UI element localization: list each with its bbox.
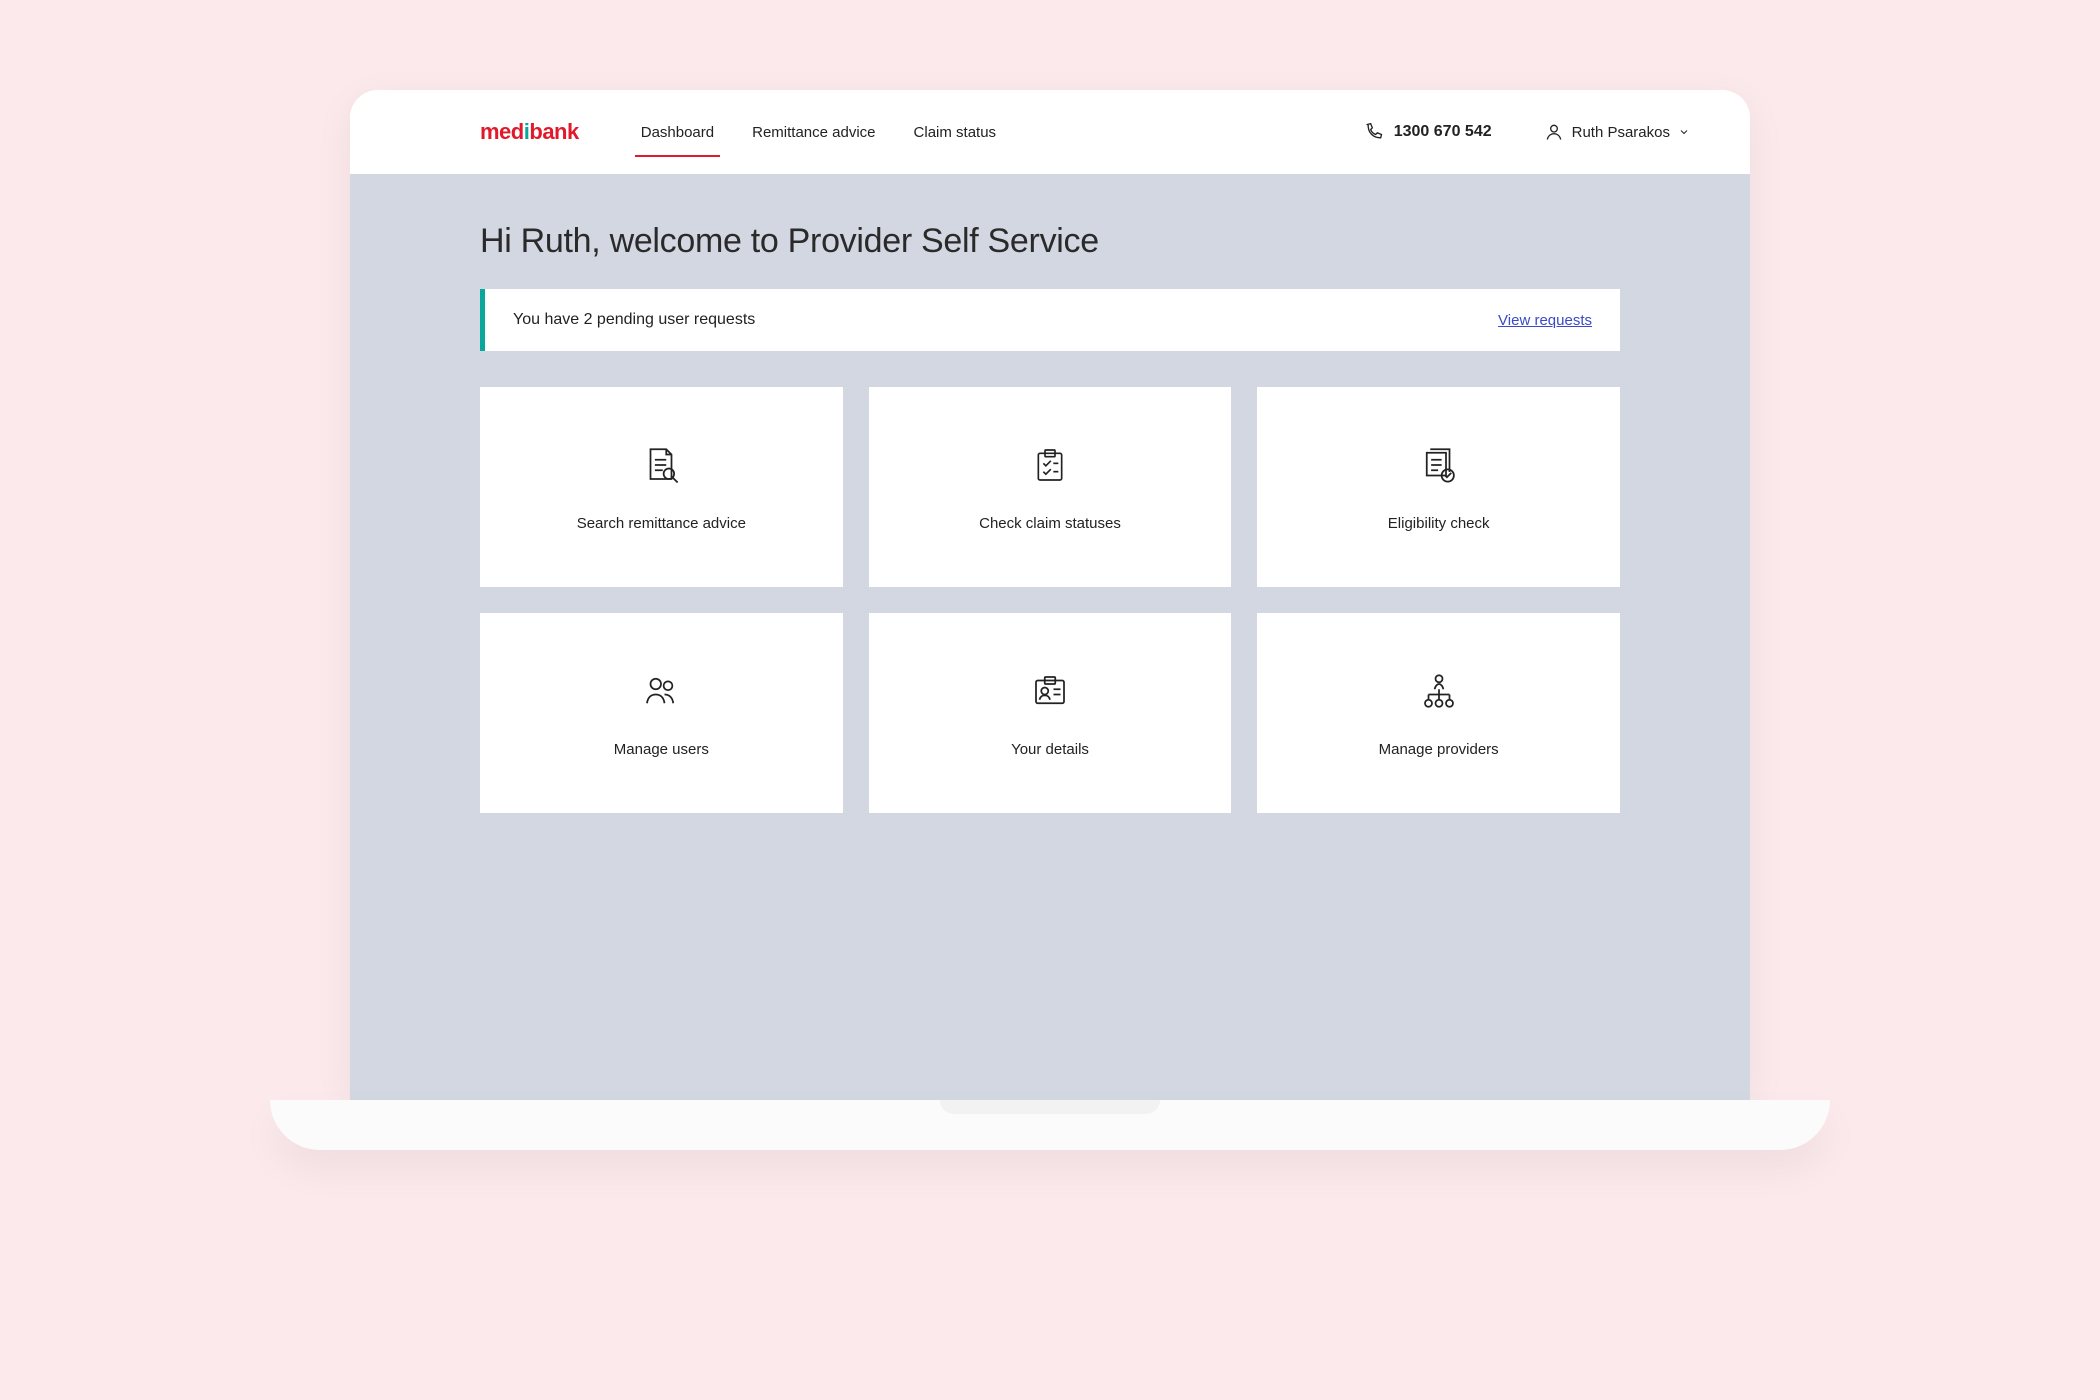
nav-remittance-advice[interactable]: Remittance advice bbox=[750, 112, 877, 153]
card-manage-users[interactable]: Manage users bbox=[480, 613, 843, 813]
id-card-icon bbox=[1028, 669, 1072, 713]
header-right: 1300 670 542 Ruth Psarakos bbox=[1364, 122, 1690, 142]
pending-requests-alert: You have 2 pending user requests View re… bbox=[480, 289, 1620, 351]
alert-message: You have 2 pending user requests bbox=[513, 311, 755, 329]
user-menu[interactable]: Ruth Psarakos bbox=[1544, 122, 1690, 142]
card-label: Search remittance advice bbox=[577, 515, 746, 532]
user-icon bbox=[1544, 122, 1564, 142]
logo-suffix: bank bbox=[529, 119, 578, 144]
logo[interactable]: medibank bbox=[480, 119, 579, 145]
phone-icon bbox=[1364, 122, 1384, 142]
logo-prefix: med bbox=[480, 119, 524, 144]
phone[interactable]: 1300 670 542 bbox=[1364, 122, 1492, 142]
screen: medibank Dashboard Remittance advice Cla… bbox=[350, 90, 1750, 1100]
page-title: Hi Ruth, welcome to Provider Self Servic… bbox=[480, 222, 1620, 261]
nav-claim-status[interactable]: Claim status bbox=[912, 112, 999, 153]
primary-nav: Dashboard Remittance advice Claim status bbox=[639, 112, 998, 153]
phone-number: 1300 670 542 bbox=[1394, 123, 1492, 141]
card-label: Check claim statuses bbox=[979, 515, 1121, 532]
nav-dashboard[interactable]: Dashboard bbox=[639, 112, 716, 153]
document-search-icon bbox=[639, 443, 683, 487]
chevron-down-icon bbox=[1678, 126, 1690, 138]
card-your-details[interactable]: Your details bbox=[869, 613, 1232, 813]
dashboard-grid: Search remittance advice Check claim sta… bbox=[480, 387, 1620, 813]
card-label: Manage users bbox=[614, 741, 709, 758]
top-header: medibank Dashboard Remittance advice Cla… bbox=[350, 90, 1750, 174]
card-label: Manage providers bbox=[1379, 741, 1499, 758]
card-check-claim[interactable]: Check claim statuses bbox=[869, 387, 1232, 587]
card-label: Your details bbox=[1011, 741, 1089, 758]
main-panel: Hi Ruth, welcome to Provider Self Servic… bbox=[350, 174, 1750, 1100]
card-label: Eligibility check bbox=[1388, 515, 1490, 532]
card-search-remittance[interactable]: Search remittance advice bbox=[480, 387, 843, 587]
users-icon bbox=[639, 669, 683, 713]
laptop-base bbox=[270, 1100, 1830, 1150]
card-eligibility[interactable]: Eligibility check bbox=[1257, 387, 1620, 587]
card-manage-providers[interactable]: Manage providers bbox=[1257, 613, 1620, 813]
checklist-icon bbox=[1028, 443, 1072, 487]
hierarchy-icon bbox=[1417, 669, 1461, 713]
document-check-icon bbox=[1417, 443, 1461, 487]
user-name: Ruth Psarakos bbox=[1572, 124, 1670, 141]
view-requests-link[interactable]: View requests bbox=[1498, 312, 1592, 329]
laptop-mockup: medibank Dashboard Remittance advice Cla… bbox=[330, 90, 1770, 1150]
